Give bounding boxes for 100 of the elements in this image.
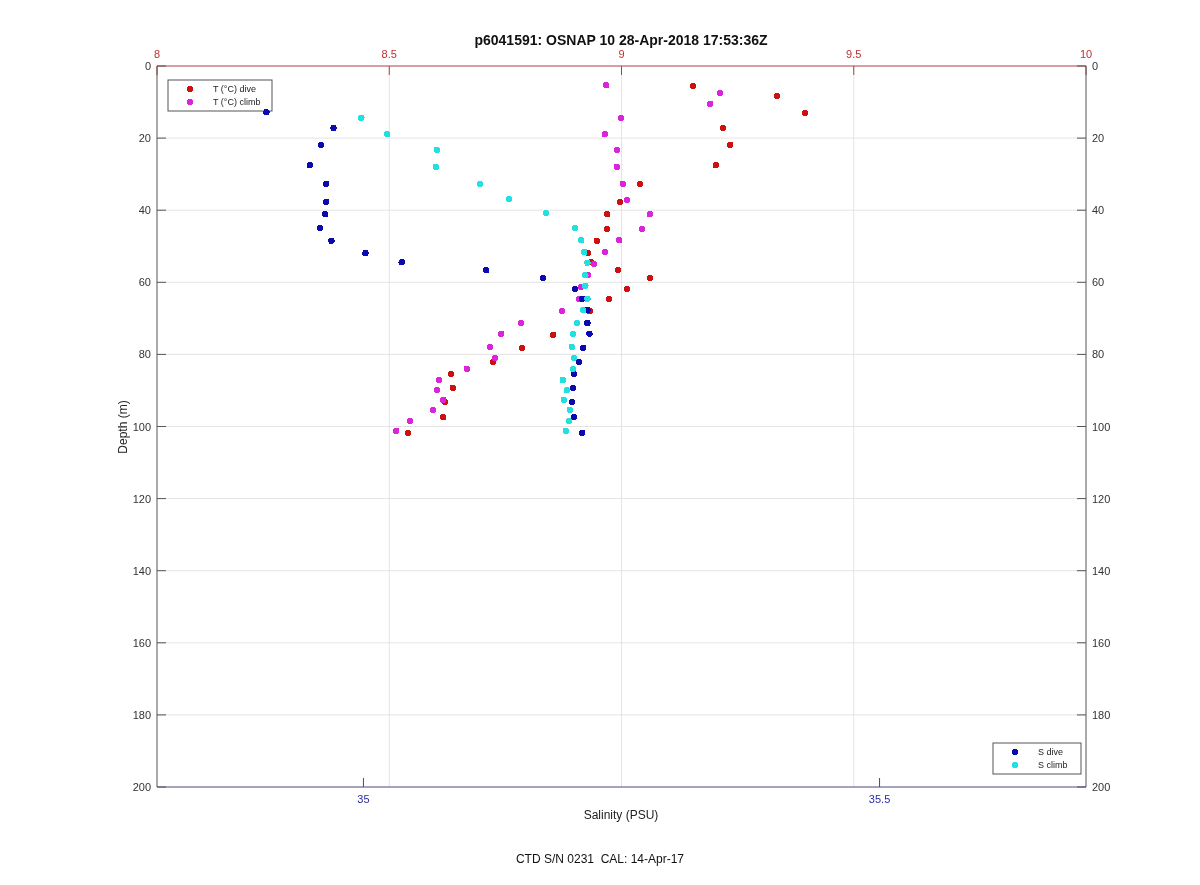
- data-point: [571, 224, 579, 232]
- data-point: [550, 331, 557, 339]
- tick-label: 140: [132, 564, 151, 577]
- data-point: [720, 124, 727, 132]
- data-point: [406, 417, 414, 425]
- tick-label: 100: [1092, 420, 1111, 433]
- data-point: [562, 427, 569, 435]
- data-point: [432, 163, 439, 171]
- tick-label: 60: [1092, 276, 1105, 289]
- data-point: [568, 343, 576, 351]
- data-point: [605, 295, 613, 303]
- data-point: [646, 274, 654, 282]
- data-point: [433, 386, 441, 394]
- tick-label: 0: [144, 60, 151, 72]
- data-point: [623, 285, 631, 293]
- tick-label: 200: [1092, 781, 1111, 793]
- data-point: [613, 146, 621, 154]
- data-point: [263, 108, 270, 116]
- data-point: [638, 225, 646, 233]
- data-point: [593, 237, 601, 245]
- tick-label: 180: [1092, 708, 1111, 721]
- legend-label: S climb: [1038, 760, 1068, 770]
- data-point: [716, 89, 724, 97]
- legend-label: T (°C) dive: [213, 84, 256, 94]
- tick-label: 60: [138, 276, 151, 289]
- data-point: [435, 376, 443, 384]
- tick-label: 120: [1092, 492, 1111, 505]
- tick-label: 9.5: [846, 48, 862, 60]
- tick-label: 140: [1092, 564, 1111, 577]
- data-point: [449, 384, 457, 392]
- data-point: [707, 100, 714, 108]
- data-point: [328, 237, 335, 245]
- data-point: [578, 236, 585, 244]
- data-point: [584, 319, 591, 327]
- tick-label: 35: [357, 793, 370, 805]
- data-point: [636, 180, 644, 188]
- tick-label: 160: [132, 636, 151, 649]
- tick-label: 10: [1079, 48, 1093, 60]
- legend-label: T (°C) climb: [213, 97, 261, 107]
- tick-label: 9: [618, 48, 625, 60]
- data-point: [486, 343, 494, 351]
- data-point: [433, 146, 440, 154]
- data-point: [362, 249, 369, 257]
- footer-caption: CTD S/N 0231 CAL: 14-Apr-17: [515, 852, 685, 866]
- data-point: [384, 130, 391, 138]
- data-point: [559, 376, 566, 384]
- data-point: [398, 258, 405, 266]
- tick-label: 80: [138, 348, 151, 361]
- data-point: [603, 210, 611, 218]
- data-point: [569, 330, 577, 338]
- data-point: [439, 413, 447, 421]
- legend-label: S dive: [1038, 747, 1063, 757]
- tick-label: 100: [132, 420, 151, 433]
- tick-label: 160: [1092, 636, 1111, 649]
- data-point: [517, 319, 525, 327]
- axis-label: Depth (m): [116, 400, 130, 454]
- data-point: [689, 82, 697, 90]
- data-point: [498, 330, 505, 338]
- data-point: [539, 274, 547, 282]
- data-point: [317, 141, 325, 149]
- tick-label: 80: [1092, 348, 1105, 361]
- data-point: [518, 344, 526, 352]
- data-point: [404, 429, 412, 437]
- data-point: [579, 429, 586, 437]
- data-point: [505, 195, 513, 203]
- data-point: [586, 330, 593, 338]
- tick-label: 8: [153, 48, 161, 60]
- chart-title: p6041591: OSNAP 10 28-Apr-2018 17:53:36Z: [474, 32, 768, 48]
- tick-label: 8.5: [381, 48, 397, 60]
- data-point: [727, 141, 734, 149]
- tick-label: 20: [1092, 132, 1105, 145]
- data-point: [601, 130, 608, 138]
- tick-label: 0: [1092, 60, 1099, 72]
- data-point: [316, 224, 324, 232]
- data-point: [613, 163, 621, 171]
- data-point: [542, 209, 550, 217]
- tick-label: 35.5: [868, 793, 891, 805]
- data-point: [580, 344, 587, 352]
- data-point: [393, 427, 400, 435]
- axis-label: Salinity (PSU): [583, 808, 659, 822]
- tick-label: 20: [138, 132, 151, 145]
- data-point: [646, 210, 654, 218]
- data-point: [558, 307, 566, 315]
- data-point: [323, 180, 330, 188]
- data-point: [358, 114, 365, 122]
- data-point: [483, 266, 490, 274]
- data-point: [801, 109, 809, 117]
- data-point: [619, 180, 627, 188]
- tick-label: 200: [132, 781, 151, 793]
- data-point: [429, 406, 437, 414]
- tick-label: 40: [1092, 204, 1105, 217]
- data-point: [603, 225, 611, 233]
- data-point: [616, 236, 623, 244]
- data-point: [602, 81, 610, 89]
- data-point: [712, 161, 719, 169]
- data-point: [773, 92, 781, 100]
- data-point: [330, 124, 337, 132]
- data-point: [306, 161, 313, 169]
- data-point: [617, 114, 625, 122]
- tick-label: 40: [138, 204, 151, 217]
